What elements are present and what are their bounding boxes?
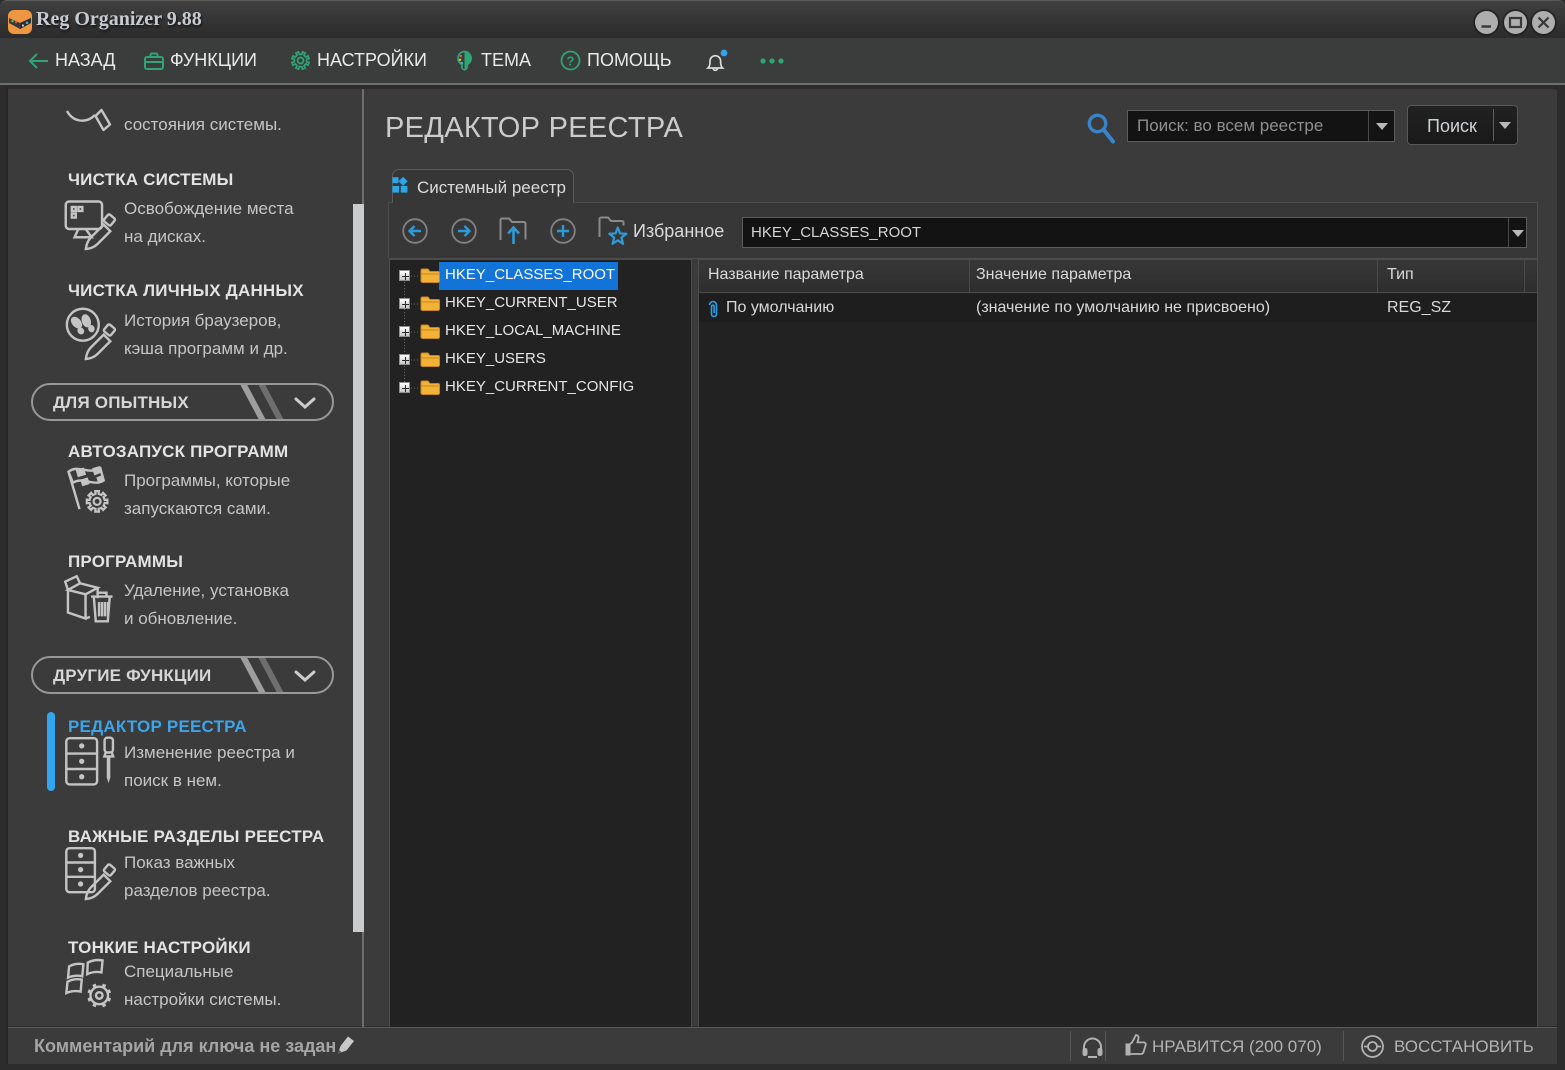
svg-text:?: ? <box>567 54 575 69</box>
